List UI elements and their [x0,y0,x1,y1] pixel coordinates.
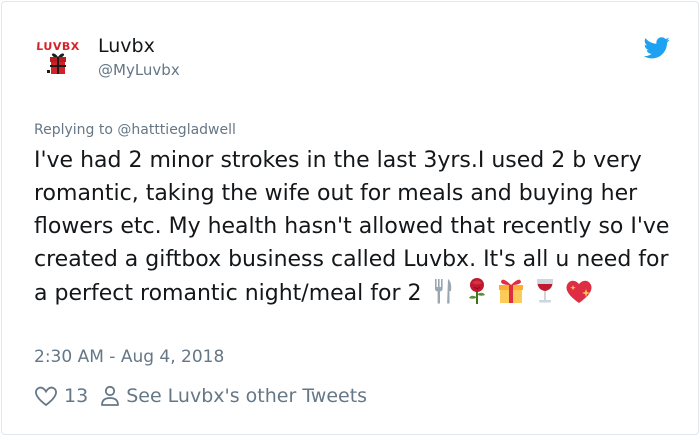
person-icon[interactable] [100,385,120,407]
replying-to[interactable]: Replying to @hatttiegladwell [34,122,236,138]
like-count[interactable]: 13 [64,385,88,407]
gift-logo-icon [47,53,66,74]
emoji-row [428,276,594,306]
tweet-timestamp[interactable]: 2:30 AM - Aug 4, 2018 [34,347,224,367]
sparkling-heart-icon [566,280,592,303]
avatar[interactable]: LUVBX [34,36,82,84]
twitter-bird-icon[interactable] [644,37,670,59]
fork-knife-icon [434,279,451,304]
tweet-actions: 13 See Luvbx's other Tweets [34,383,367,409]
tweet-text: I've had 2 minor strokes in the last 3yr… [34,144,674,310]
wine-glass-icon [536,279,553,303]
author-handle[interactable]: @MyLuvbx [98,61,180,79]
tweet-card: LUVBX Luvbx @MyLuvbx Replying to @hattti… [1,1,699,435]
see-other-tweets-link[interactable]: See Luvbx's other Tweets [126,385,367,407]
gift-icon [498,279,523,303]
rose-icon [468,278,485,304]
heart-icon[interactable] [34,385,58,407]
author-name[interactable]: Luvbx [98,35,155,57]
